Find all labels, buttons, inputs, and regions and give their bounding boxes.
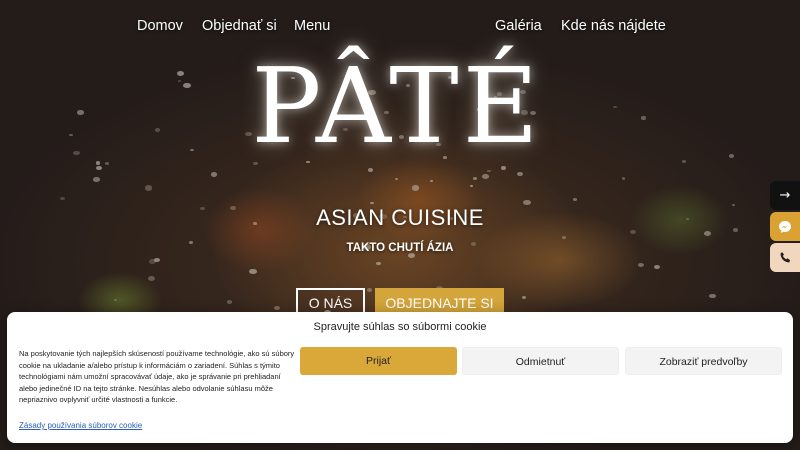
cookie-preferences-button[interactable]: Zobraziť predvoľby	[625, 347, 782, 375]
hero-tagline: ASIAN CUISINE	[316, 205, 484, 230]
side-toggle-button[interactable]: →	[770, 181, 800, 210]
cookie-policy-link[interactable]: Zásady používania súborov cookie	[19, 421, 142, 430]
cookie-title: Spravujte súhlas so súbormi cookie	[313, 321, 487, 333]
messenger-button[interactable]	[770, 212, 800, 241]
nav-gallery[interactable]: Galéria	[495, 18, 542, 34]
messenger-icon	[779, 220, 791, 233]
side-contact-bar: →	[770, 181, 800, 274]
arrow-right-icon: →	[779, 188, 791, 203]
nav-order[interactable]: Objednať si	[202, 18, 277, 34]
phone-icon	[780, 252, 790, 263]
site-logo[interactable]: PÂTÉ	[222, 50, 572, 162]
nav-home[interactable]: Domov	[137, 18, 183, 34]
accept-cookies-button[interactable]: Prijať	[300, 347, 457, 375]
phone-button[interactable]	[770, 243, 800, 272]
deny-cookies-button[interactable]: Odmietnuť	[462, 347, 619, 375]
cookie-consent-banner: Spravujte súhlas so súbormi cookie Na po…	[7, 312, 793, 443]
hero-subtagline: TAKTO CHUTÍ ÁZIA	[346, 242, 454, 254]
main-nav: Domov Objednať si Menu Galéria Kde nás n…	[0, 18, 800, 40]
nav-find-us[interactable]: Kde nás nájdete	[561, 18, 666, 34]
cookie-description: Na poskytovanie tých najlepších skúsenos…	[19, 349, 295, 404]
nav-menu[interactable]: Menu	[294, 18, 330, 34]
